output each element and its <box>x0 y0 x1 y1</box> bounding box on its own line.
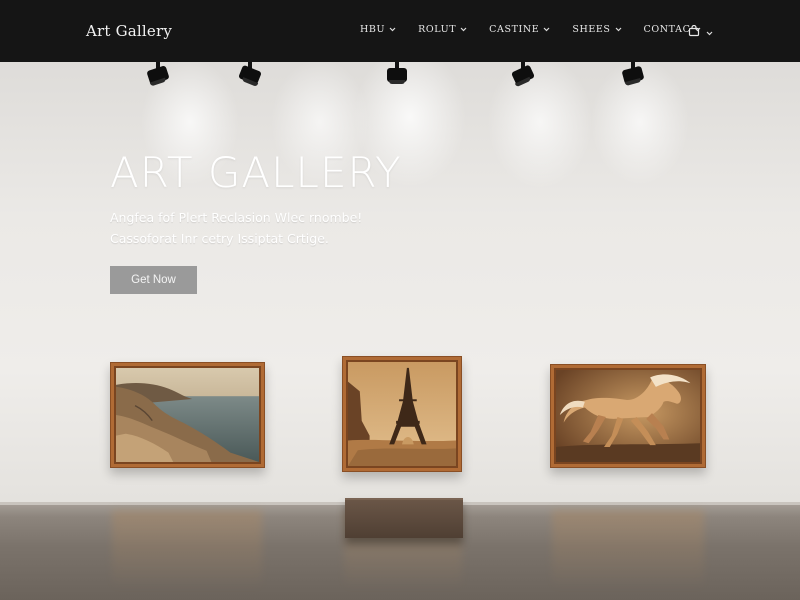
brand-logo[interactable]: Art Gallery <box>86 22 172 40</box>
chevron-down-icon <box>615 26 622 33</box>
nav-item-label: HBU <box>360 24 386 35</box>
hero-subtitle-line: Angfea fof Plert Reclasion Wlec rnombe! <box>110 210 363 225</box>
nav-item-label: ROLUT <box>418 24 457 35</box>
nav-item-label: CASTINE <box>489 24 540 35</box>
hero-title: ART GALLERY <box>110 148 402 197</box>
nav-item-rolut[interactable]: ROLUT <box>418 24 467 35</box>
spotlight-icon <box>510 62 536 92</box>
nav-item-hbu[interactable]: HBU <box>360 24 396 35</box>
artwork-coast[interactable] <box>110 362 265 468</box>
nav-item-label: CONTAC <box>643 24 691 35</box>
spotlight-icon <box>237 62 263 92</box>
artwork-image <box>114 366 261 464</box>
spotlight-icon <box>145 62 171 92</box>
chevron-down-icon <box>460 26 467 33</box>
chevron-down-icon <box>706 24 713 42</box>
hero-subtitle-line: Cassoforat Inr cetry Issiptat Crtige. <box>110 231 329 246</box>
gallery-bench <box>345 498 463 538</box>
cart-button[interactable] <box>688 24 713 42</box>
top-navbar: Art Gallery HBU ROLUT CASTINE SHEES CONT… <box>0 0 800 62</box>
get-now-button[interactable]: Get Now <box>110 266 197 294</box>
chevron-down-icon <box>543 26 550 33</box>
artwork-image <box>554 368 702 464</box>
artwork-image <box>346 360 458 468</box>
artwork-eiffel[interactable] <box>342 356 462 472</box>
chevron-down-icon <box>389 26 396 33</box>
shopping-bag-icon <box>688 24 700 42</box>
spotlight-icon <box>384 62 410 92</box>
spotlight-icon <box>620 62 646 92</box>
artwork-horse[interactable] <box>550 364 706 468</box>
nav-item-castine[interactable]: CASTINE <box>489 24 550 35</box>
floor-reflection <box>112 510 262 590</box>
nav-item-label: SHEES <box>572 24 611 35</box>
floor-reflection <box>552 510 704 590</box>
hero-subtitle: Angfea fof Plert Reclasion Wlec rnombe! … <box>110 207 410 249</box>
nav-item-shees[interactable]: SHEES <box>572 24 621 35</box>
main-nav: HBU ROLUT CASTINE SHEES CONTAC <box>360 24 723 35</box>
